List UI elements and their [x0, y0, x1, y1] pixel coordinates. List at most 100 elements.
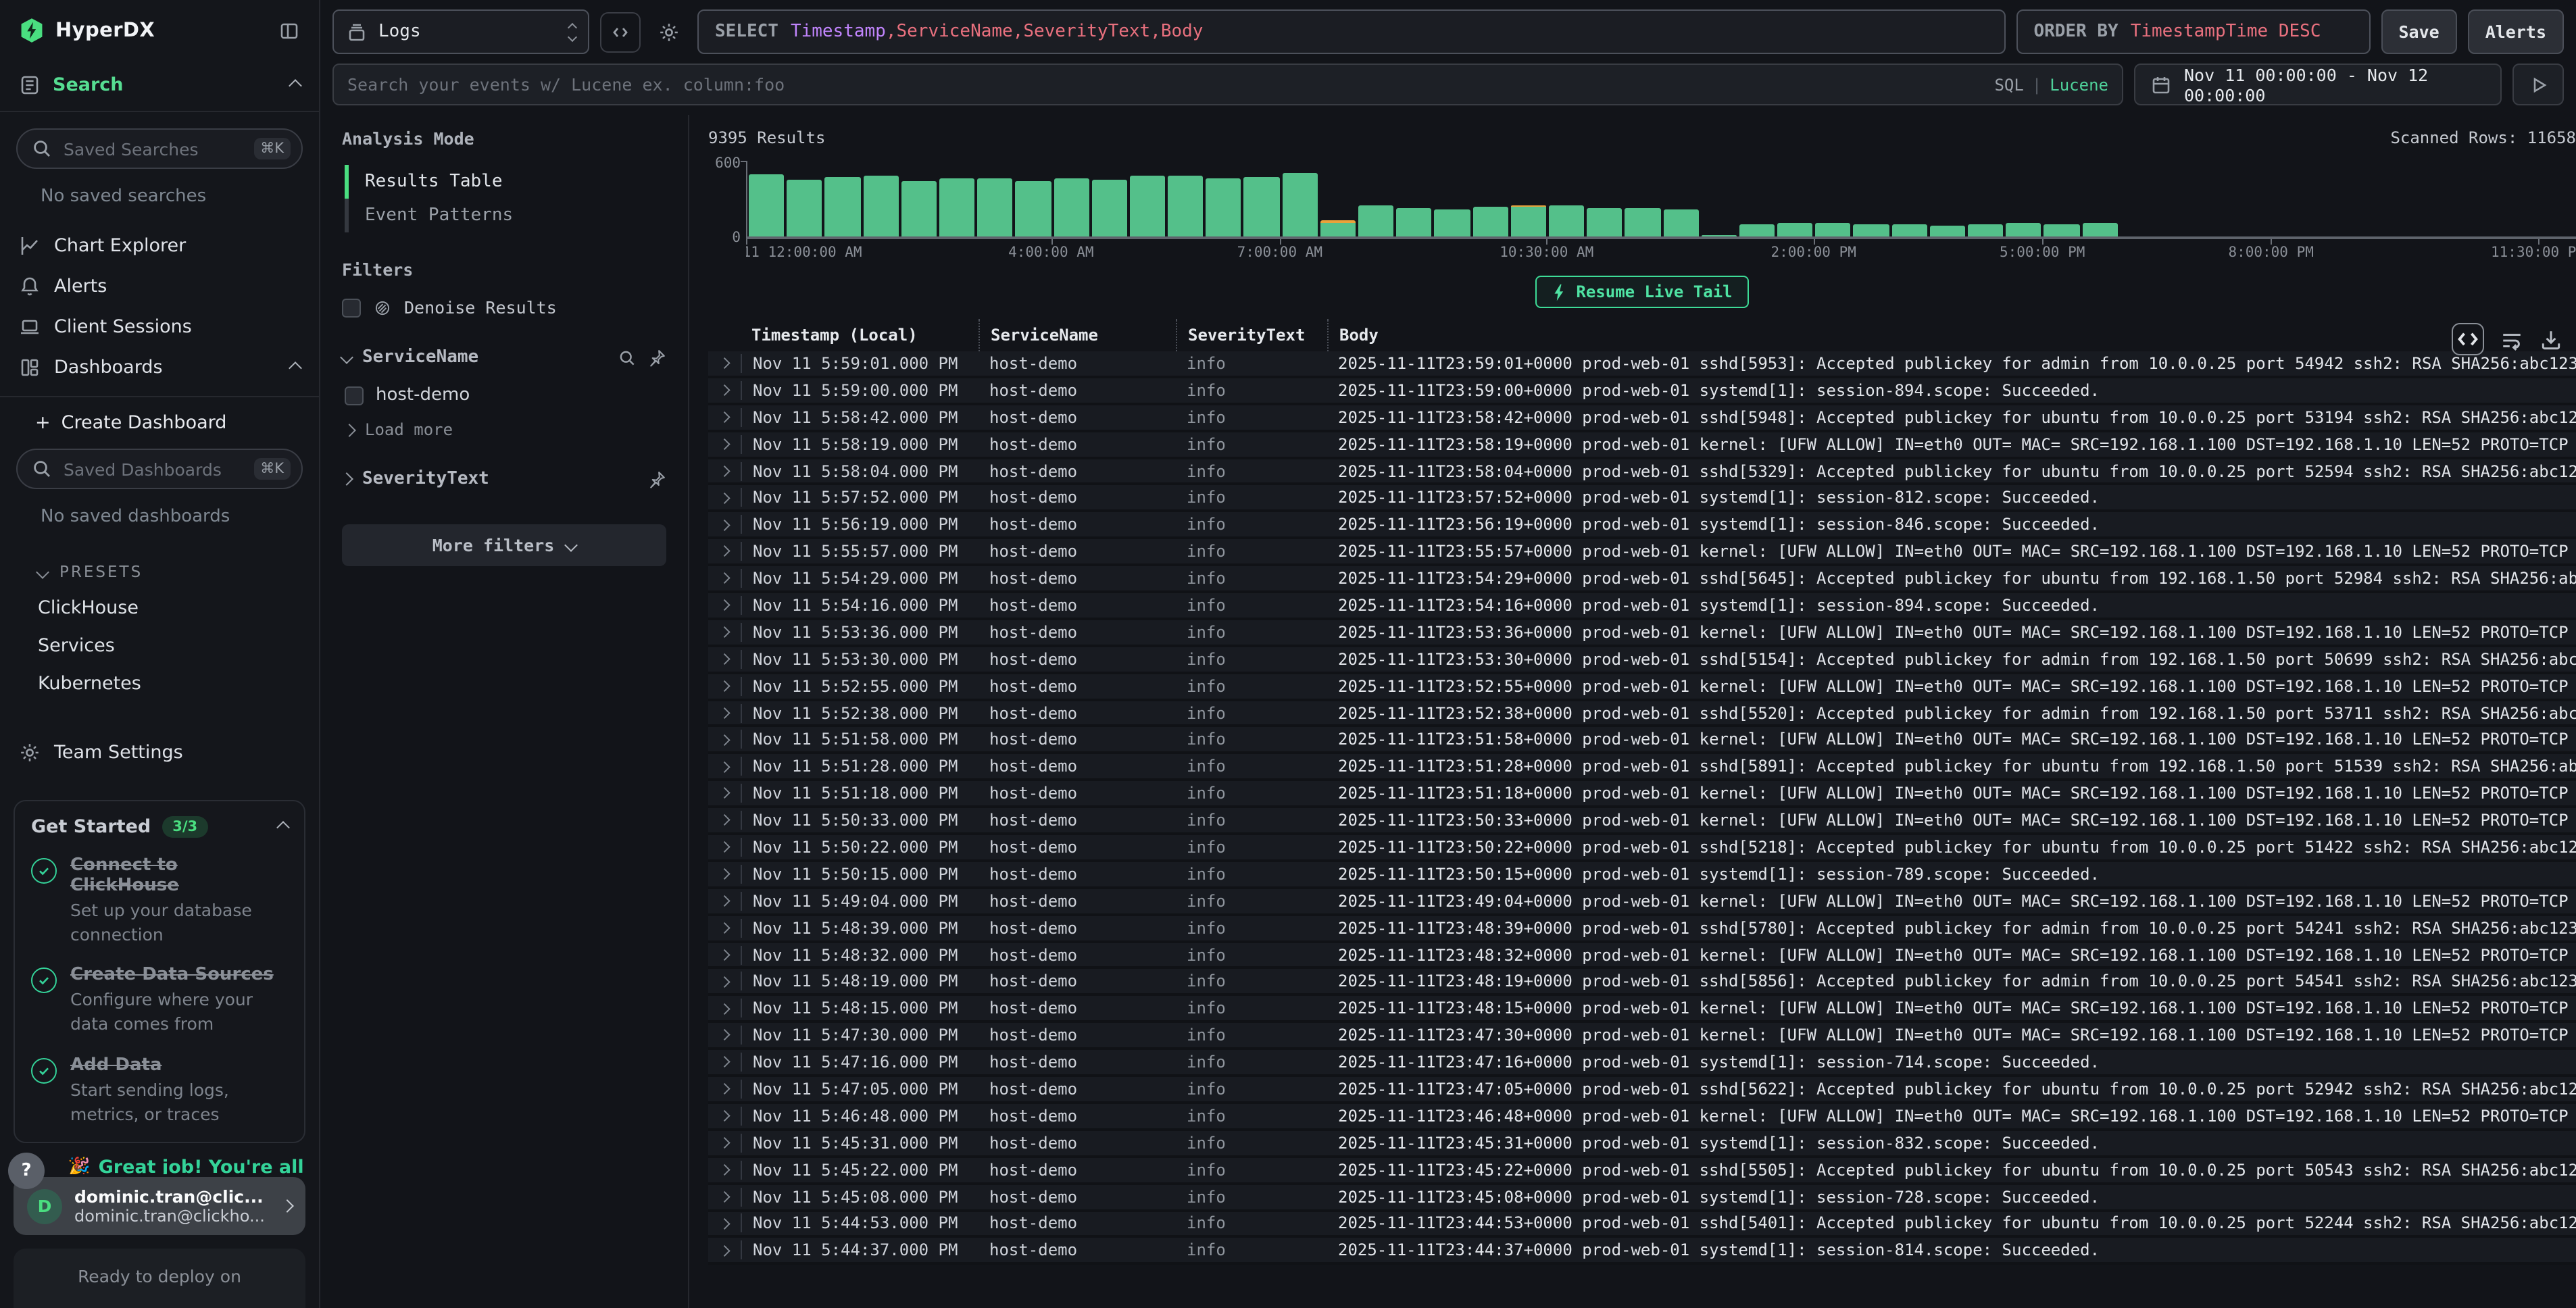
- histogram-bar[interactable]: [2271, 161, 2309, 236]
- sidebar-item-search[interactable]: Search: [0, 59, 319, 112]
- table-row[interactable]: Nov 11 5:50:22.000 PMhost-demoinfo2025-1…: [708, 835, 2576, 862]
- table-row[interactable]: Nov 11 5:57:52.000 PMhost-demoinfo2025-1…: [708, 486, 2576, 513]
- histogram-bar[interactable]: [1662, 161, 1700, 236]
- expand-row-icon[interactable]: [708, 951, 741, 959]
- histogram-bar[interactable]: [1585, 161, 1623, 236]
- table-row[interactable]: Nov 11 5:53:36.000 PMhost-demoinfo2025-1…: [708, 620, 2576, 647]
- histogram-bar[interactable]: [1890, 161, 1928, 236]
- table-row[interactable]: Nov 11 5:53:30.000 PMhost-demoinfo2025-1…: [708, 647, 2576, 674]
- expand-row-icon[interactable]: [708, 655, 741, 663]
- histogram-bar[interactable]: [1205, 161, 1243, 236]
- download-icon[interactable]: [2540, 328, 2562, 351]
- histogram-bar[interactable]: [1166, 161, 1204, 236]
- expand-row-icon[interactable]: [708, 1085, 741, 1092]
- histogram-bar[interactable]: [2462, 161, 2500, 236]
- histogram-bar[interactable]: [1738, 161, 1776, 236]
- expand-row-icon[interactable]: [708, 790, 741, 797]
- histogram-bar[interactable]: [1319, 161, 1357, 236]
- histogram-bar[interactable]: [1929, 161, 1966, 236]
- table-row[interactable]: Nov 11 5:47:16.000 PMhost-demoinfo2025-1…: [708, 1050, 2576, 1077]
- histogram-bar[interactable]: [747, 161, 785, 236]
- get-started-header[interactable]: Get Started 3/3: [31, 816, 288, 838]
- histogram-bar[interactable]: [1776, 161, 1814, 236]
- column-header-severitytext[interactable]: SeverityText: [1176, 319, 1327, 351]
- table-row[interactable]: Nov 11 5:44:53.000 PMhost-demoinfo2025-1…: [708, 1211, 2576, 1238]
- histogram-bar[interactable]: [1090, 161, 1128, 236]
- histogram-bar[interactable]: [2043, 161, 2081, 236]
- search-icon[interactable]: [618, 348, 637, 367]
- expand-row-icon[interactable]: [708, 1059, 741, 1066]
- table-row[interactable]: Nov 11 5:47:05.000 PMhost-demoinfo2025-1…: [708, 1077, 2576, 1104]
- histogram-bar[interactable]: [2004, 161, 2042, 236]
- histogram-bar[interactable]: [1395, 161, 1433, 236]
- user-menu[interactable]: D dominic.tran@clic... dominic.tran@clic…: [14, 1177, 305, 1235]
- mode-results-table[interactable]: Results Table: [345, 165, 666, 199]
- expand-row-icon[interactable]: [708, 1032, 741, 1039]
- get-started-item[interactable]: Add DataStart sending logs, metrics, or …: [31, 1055, 288, 1127]
- expand-row-icon[interactable]: [708, 441, 741, 448]
- expand-row-icon[interactable]: [708, 413, 741, 421]
- sidebar-item-client-sessions[interactable]: Client Sessions: [0, 307, 319, 347]
- mode-event-patterns[interactable]: Event Patterns: [345, 199, 666, 232]
- histogram-bar[interactable]: [824, 161, 862, 236]
- preset-kubernetes[interactable]: Kubernetes: [0, 665, 319, 703]
- chevron-up-icon[interactable]: [289, 78, 302, 92]
- table-row[interactable]: Nov 11 5:52:55.000 PMhost-demoinfo2025-1…: [708, 674, 2576, 701]
- filter-value-host-demo[interactable]: host-demo: [345, 385, 666, 405]
- histogram-bar[interactable]: [785, 161, 823, 236]
- expand-row-icon[interactable]: [708, 843, 741, 851]
- run-query-button[interactable]: [2512, 64, 2564, 105]
- table-row[interactable]: Nov 11 5:48:19.000 PMhost-demoinfo2025-1…: [708, 970, 2576, 997]
- histogram-bar[interactable]: [2195, 161, 2233, 236]
- pin-icon[interactable]: [647, 470, 666, 488]
- table-row[interactable]: Nov 11 5:50:15.000 PMhost-demoinfo2025-1…: [708, 862, 2576, 889]
- expand-row-icon[interactable]: [708, 386, 741, 394]
- search-input[interactable]: [347, 74, 1981, 95]
- expand-row-icon[interactable]: [708, 817, 741, 824]
- table-row[interactable]: Nov 11 5:45:22.000 PMhost-demoinfo2025-1…: [708, 1157, 2576, 1184]
- histogram-bar[interactable]: [1814, 161, 1852, 236]
- expand-row-icon[interactable]: [708, 897, 741, 905]
- denoise-checkbox[interactable]: Denoise Results: [342, 297, 666, 318]
- expand-row-icon[interactable]: [708, 468, 741, 475]
- histogram-bar[interactable]: [1966, 161, 2004, 236]
- lucene-toggle[interactable]: Lucene: [2050, 75, 2108, 94]
- expand-row-icon[interactable]: [708, 548, 741, 555]
- table-row[interactable]: Nov 11 5:45:31.000 PMhost-demoinfo2025-1…: [708, 1131, 2576, 1158]
- query-settings-button[interactable]: [651, 11, 687, 52]
- code-view-button[interactable]: [600, 11, 641, 52]
- histogram-bar[interactable]: [2157, 161, 2195, 236]
- filter-group-severitytext[interactable]: SeverityText: [342, 469, 666, 489]
- saved-searches-input[interactable]: Saved Searches ⌘K: [16, 128, 303, 169]
- table-row[interactable]: Nov 11 5:51:18.000 PMhost-demoinfo2025-1…: [708, 782, 2576, 809]
- histogram-bar[interactable]: [1510, 161, 1547, 236]
- source-selector[interactable]: Logs: [332, 9, 589, 54]
- expand-row-icon[interactable]: [708, 359, 741, 367]
- table-row[interactable]: Nov 11 5:58:42.000 PMhost-demoinfo2025-1…: [708, 405, 2576, 432]
- table-row[interactable]: Nov 11 5:46:48.000 PMhost-demoinfo2025-1…: [708, 1104, 2576, 1131]
- preset-clickhouse[interactable]: ClickHouse: [0, 589, 319, 627]
- table-row[interactable]: Nov 11 5:54:29.000 PMhost-demoinfo2025-1…: [708, 566, 2576, 593]
- expand-row-icon[interactable]: [708, 575, 741, 582]
- expand-row-icon[interactable]: [708, 494, 741, 501]
- histogram-bar[interactable]: [976, 161, 1014, 236]
- table-row[interactable]: Nov 11 5:49:04.000 PMhost-demoinfo2025-1…: [708, 889, 2576, 916]
- events-histogram[interactable]: 600 0 Nov 11 12:00:00 AM4:00:00 AM7:00:0…: [708, 161, 2576, 262]
- histogram-bar[interactable]: [1281, 161, 1318, 236]
- table-row[interactable]: Nov 11 5:50:33.000 PMhost-demoinfo2025-1…: [708, 808, 2576, 835]
- create-dashboard-button[interactable]: + Create Dashboard: [0, 397, 319, 449]
- help-button[interactable]: ?: [8, 1153, 45, 1189]
- expand-row-icon[interactable]: [708, 1247, 741, 1254]
- table-row[interactable]: Nov 11 5:51:28.000 PMhost-demoinfo2025-1…: [708, 755, 2576, 782]
- table-row[interactable]: Nov 11 5:58:19.000 PMhost-demoinfo2025-1…: [708, 432, 2576, 459]
- expand-row-icon[interactable]: [708, 1112, 741, 1120]
- column-header-body[interactable]: Body: [1327, 319, 2446, 351]
- histogram-bar[interactable]: [1014, 161, 1052, 236]
- histogram-bar[interactable]: [2424, 161, 2462, 236]
- histogram-bar[interactable]: [1052, 161, 1090, 236]
- expand-row-icon[interactable]: [708, 521, 741, 528]
- expand-row-icon[interactable]: [708, 1219, 741, 1227]
- sidebar-item-dashboards[interactable]: Dashboards: [0, 347, 319, 388]
- histogram-bar[interactable]: [1357, 161, 1395, 236]
- presets-toggle[interactable]: PRESETS: [0, 546, 319, 589]
